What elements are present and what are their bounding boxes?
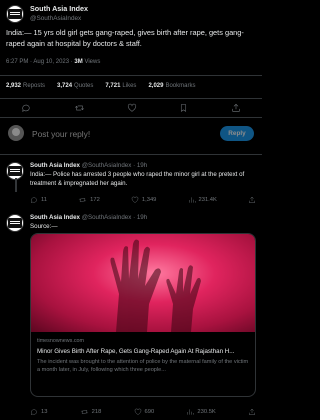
meta-separator: · — [133, 214, 136, 221]
meta-separator: · — [30, 59, 33, 65]
stat-likes[interactable]: 7,721 Likes — [105, 83, 136, 89]
repost-count-value: 172 — [90, 197, 100, 203]
reply-tweet[interactable]: South Asia Index @SouthAsiaIndex · 19h S… — [0, 210, 262, 232]
card-title: Minor Gives Birth After Rape, Gets Gang-… — [37, 348, 235, 355]
stat-reposts[interactable]: 2,932 Reposts — [6, 83, 45, 89]
reply-count-value: 13 — [41, 409, 48, 415]
bookmark-icon[interactable] — [179, 103, 188, 113]
like-count[interactable]: 690 — [134, 408, 155, 416]
reply-text: Source:— — [30, 223, 58, 230]
reply-author-handle[interactable]: @SouthAsiaIndex — [82, 162, 132, 169]
like-count-value: 690 — [144, 409, 155, 415]
stat-label: Likes — [122, 83, 137, 89]
reply-icon — [30, 196, 38, 204]
like-icon — [134, 408, 142, 416]
view-count-value: 230.5K — [197, 409, 216, 415]
repost-icon[interactable] — [74, 103, 85, 113]
user-avatar — [8, 125, 24, 141]
stat-label: Bookmarks — [165, 83, 196, 89]
reply-tweet[interactable]: South Asia Index @SouthAsiaIndex · 19h I… — [0, 158, 262, 187]
reply-action-bar: 13 218 690 230.5K — [30, 408, 256, 416]
repost-count-value: 218 — [91, 409, 102, 415]
reply-header: South Asia Index @SouthAsiaIndex · 19h — [30, 214, 147, 221]
reply-icon — [30, 408, 38, 416]
views-label: Views — [84, 59, 101, 65]
like-count[interactable]: 1,349 — [131, 196, 157, 204]
share-icon[interactable] — [231, 103, 241, 113]
share-icon — [248, 408, 256, 416]
thread-line — [15, 178, 17, 192]
reply-count[interactable]: 11 — [30, 196, 47, 204]
tweet-time[interactable]: 6:27 PM — [6, 59, 28, 65]
reply-count[interactable]: 13 — [30, 408, 47, 416]
tweet-date[interactable]: Aug 10, 2023 — [33, 59, 69, 65]
repost-count[interactable]: 172 — [78, 196, 100, 204]
view-count[interactable]: 231.4K — [188, 196, 217, 204]
repost-count[interactable]: 218 — [80, 408, 102, 416]
view-count-value: 231.4K — [198, 197, 217, 203]
stat-label: Quotes — [74, 83, 94, 89]
reply-author-handle[interactable]: @SouthAsiaIndex — [82, 214, 132, 221]
divider — [0, 98, 262, 99]
avatar[interactable] — [6, 214, 24, 232]
share-button[interactable] — [248, 196, 256, 204]
stat-count: 2,029 — [148, 83, 164, 89]
view-count[interactable]: 230.5K — [186, 408, 216, 416]
share-icon — [248, 196, 256, 204]
card-image — [31, 234, 255, 332]
main-tweet-header: South Asia Index @SouthAsiaIndex — [6, 4, 88, 24]
author-handle[interactable]: @SouthAsiaIndex — [30, 14, 88, 24]
repost-icon — [78, 196, 87, 204]
views-icon — [186, 408, 194, 416]
author-block[interactable]: South Asia Index @SouthAsiaIndex — [30, 4, 88, 24]
reply-text: India:— Police has arrested 3 people who… — [30, 171, 245, 187]
views-count: 3M — [74, 59, 83, 65]
meta-separator: · — [70, 59, 73, 65]
stat-bookmarks[interactable]: 2,029 Bookmarks — [148, 83, 195, 89]
reply-author-name[interactable]: South Asia Index — [30, 162, 80, 169]
reply-author-name[interactable]: South Asia Index — [30, 214, 80, 221]
card-domain: timesnownews.com — [37, 338, 85, 344]
repost-icon — [80, 408, 89, 416]
share-button[interactable] — [248, 408, 256, 416]
like-count-value: 1,349 — [141, 197, 157, 203]
tweet-text: India:— 15 yrs old girl gets gang-raped,… — [6, 28, 244, 48]
avatar[interactable] — [6, 5, 24, 23]
tweet-meta: 6:27 PM · Aug 10, 2023 · 3M Views — [6, 59, 100, 65]
stat-count: 3,724 — [57, 83, 73, 89]
reply-button[interactable]: Reply — [220, 126, 254, 141]
reply-icon[interactable] — [21, 103, 31, 113]
views-icon — [188, 196, 196, 204]
stat-count: 2,932 — [6, 83, 22, 89]
like-icon[interactable] — [127, 103, 137, 113]
engagement-stats: 2,932 Reposts 3,724 Quotes 7,721 Likes 2,02… — [6, 83, 195, 89]
reply-age[interactable]: 19h — [137, 162, 147, 169]
reply-action-bar: 11 172 1,349 231.4K — [30, 196, 256, 204]
link-card[interactable]: timesnownews.com Minor Gives Birth After… — [30, 233, 256, 397]
stat-label: Reposts — [23, 83, 46, 89]
stat-quotes[interactable]: 3,724 Quotes — [57, 83, 93, 89]
reply-header: South Asia Index @SouthAsiaIndex · 19h — [30, 162, 147, 169]
divider — [0, 75, 262, 76]
meta-separator: · — [133, 162, 136, 169]
card-description: The incident was brought to the attentio… — [37, 359, 249, 373]
main-action-bar — [0, 101, 262, 115]
reply-count-value: 11 — [41, 197, 48, 203]
author-display-name[interactable]: South Asia Index — [30, 4, 88, 14]
reply-input[interactable] — [32, 129, 212, 139]
stat-count: 7,721 — [105, 83, 121, 89]
like-icon — [131, 196, 139, 204]
divider — [0, 154, 262, 155]
reply-age[interactable]: 19h — [137, 214, 147, 221]
reply-composer: Reply — [0, 118, 262, 152]
